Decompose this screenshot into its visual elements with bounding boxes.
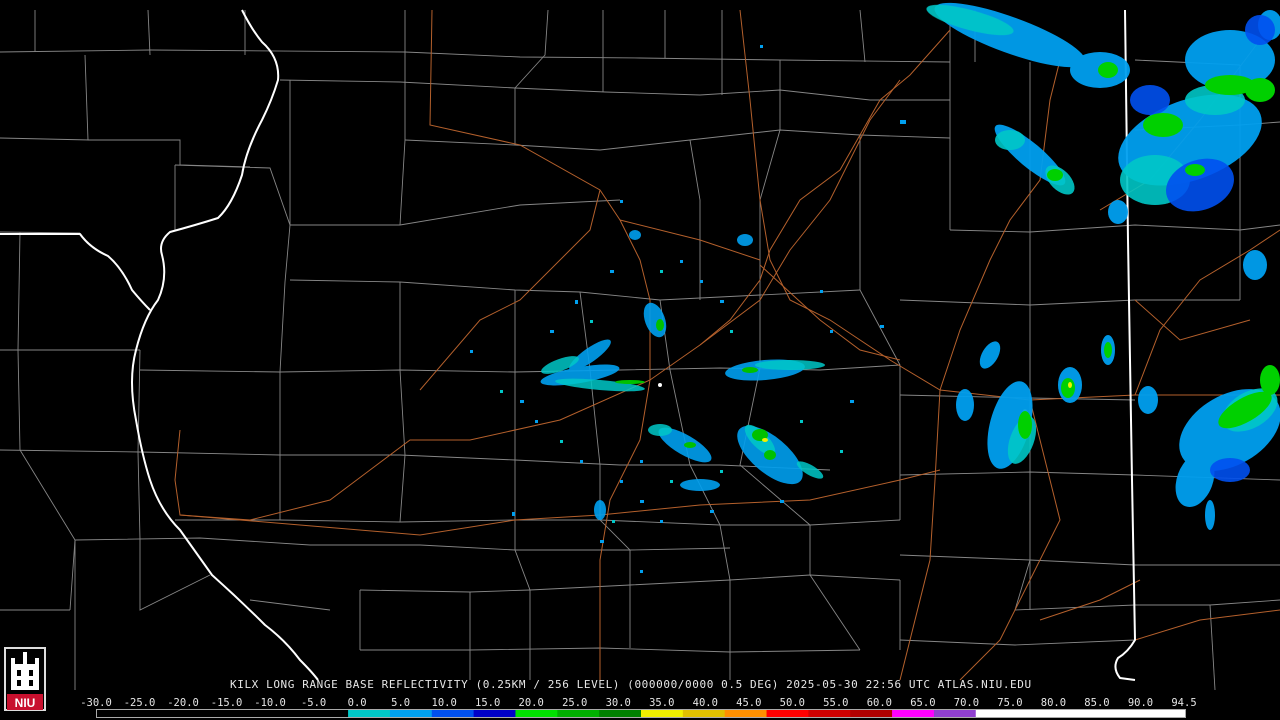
niu-logo: NIU	[4, 647, 46, 711]
scale-label: 5.0	[391, 697, 411, 709]
scale-label: 15.0	[475, 697, 501, 709]
scale-label: -10.0	[254, 697, 286, 709]
scale-label: 45.0	[736, 697, 762, 709]
radar-map	[0, 0, 1280, 720]
colorbar-segment	[557, 710, 600, 717]
colorbar-segment	[389, 710, 433, 717]
reflectivity-scale-labels: -30.0 -25.0 -20.0 -15.0 -10.0 -5.0 0.0 5.0 10.0 1…	[80, 697, 1197, 709]
colorbar-segment	[975, 710, 1019, 717]
scale-label: 65.0	[910, 697, 936, 709]
product-caption: KILX LONG RANGE BASE REFLECTIVITY (0.25K…	[230, 678, 1032, 691]
colorbar-segment	[515, 710, 558, 717]
scale-label: -30.0	[80, 697, 112, 709]
scale-label: 90.0	[1127, 697, 1154, 709]
colorbar-segment	[306, 710, 349, 717]
scale-label: 30.0	[605, 697, 631, 709]
scale-label: 20.0	[518, 697, 544, 709]
scale-label: 85.0	[1084, 697, 1110, 709]
scale-label: 80.0	[1040, 697, 1067, 709]
colorbar-segment	[1101, 710, 1144, 717]
colorbar-segment	[808, 710, 851, 717]
colorbar-segment	[850, 710, 893, 717]
colorbar-segment	[1017, 710, 1060, 717]
scale-label: 55.0	[823, 697, 849, 709]
colorbar-segment	[724, 710, 768, 717]
colorbar-segment	[1143, 710, 1185, 717]
scale-label: 70.0	[953, 697, 980, 709]
svg-text:NIU: NIU	[15, 696, 36, 710]
colorbar-segment	[222, 710, 265, 717]
colorbar-segment	[180, 710, 224, 717]
scale-label: -5.0	[300, 697, 327, 709]
scale-label: -25.0	[123, 697, 156, 709]
colorbar-segment	[892, 710, 935, 717]
scale-label: 60.0	[866, 697, 893, 709]
scale-label: 35.0	[649, 697, 675, 709]
scale-label: 94.5	[1171, 697, 1197, 709]
colorbar-segment	[138, 710, 182, 717]
colorbar-segment	[264, 710, 307, 717]
colorbar-segment	[473, 710, 516, 717]
scale-label: -15.0	[210, 697, 243, 709]
colorbar-segment	[682, 710, 726, 717]
colorbar-segment	[431, 710, 475, 717]
colorbar-segment	[641, 710, 684, 717]
colorbar-segment	[933, 710, 977, 717]
scale-label: 40.0	[692, 697, 718, 709]
scale-label: 0.0	[347, 697, 367, 709]
colorbar-segment	[599, 710, 642, 717]
colorbar-segment	[97, 710, 140, 717]
colorbar-segment	[1059, 710, 1102, 717]
scale-label: 50.0	[779, 697, 805, 709]
reflectivity-colorbar	[96, 709, 1186, 718]
radar-site-marker	[658, 383, 662, 387]
colorbar-segment	[348, 710, 391, 717]
scale-label: 75.0	[997, 697, 1023, 709]
colorbar-segment	[766, 710, 809, 717]
scale-label: 10.0	[431, 697, 457, 709]
scale-label: 25.0	[562, 697, 588, 709]
scale-label: -20.0	[167, 697, 199, 709]
